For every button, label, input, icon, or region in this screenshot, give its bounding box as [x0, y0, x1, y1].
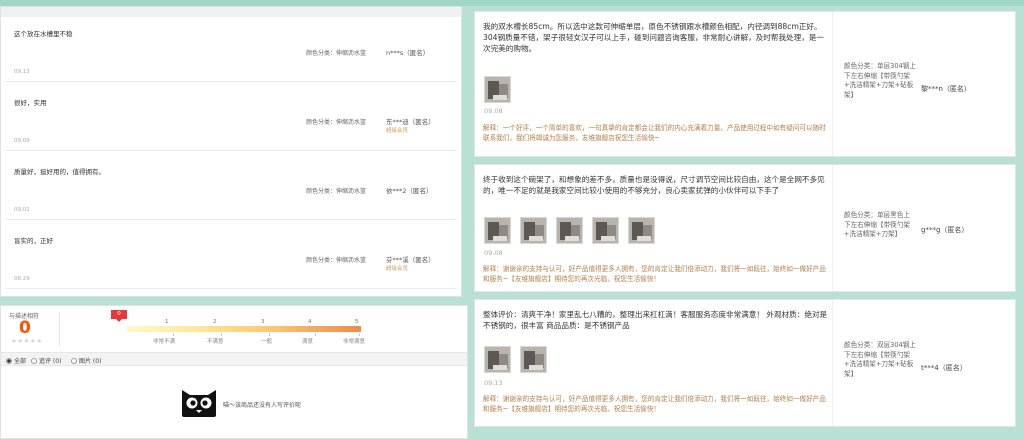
- filter-followup[interactable]: 追评 (0): [31, 356, 61, 365]
- review-image-thumb[interactable]: [556, 217, 583, 244]
- review-card: 我的双水槽长85cm。所以选中这款可伸缩单层，原色不锈钢跟水槽颜色相配，内径调到…: [474, 11, 1016, 157]
- scale-tick: [359, 333, 360, 336]
- review-card: 整体评价：清爽干净！家里乱七八糟的，整理出来杠杠滴！客服服务态度非常满意！ 外观…: [474, 299, 1016, 427]
- review-date: 09.13: [14, 69, 30, 75]
- scale-tick: [221, 333, 222, 336]
- scale-number: 4: [308, 319, 312, 325]
- review-main: 我的双水槽长85cm。所以选中这款可伸缩单层，原色不锈钢跟水槽颜色相配，内径调到…: [475, 12, 833, 156]
- rating-stars-icon: ★★★★★: [11, 337, 43, 345]
- review-images: [484, 217, 655, 244]
- review-date: 08.29: [14, 276, 30, 282]
- filter-label: 全部: [14, 358, 27, 365]
- rating-marker-badge: 0: [111, 310, 127, 319]
- scale-label: 非常满意: [343, 339, 366, 345]
- scale-number: 2: [213, 319, 217, 325]
- scale-number: 5: [355, 319, 359, 325]
- review-user[interactable]: 芬***溪（匿名）: [386, 254, 435, 264]
- review-user[interactable]: t***4（匿名）: [921, 363, 967, 373]
- review-user[interactable]: 黎***n（匿名）: [921, 84, 971, 94]
- review-item: 质量好，挺好用的，值得拥有。 颜色分类：伸缩沥水篮 依***2（匿名） 09.0…: [5, 158, 457, 220]
- scale-tick: [269, 333, 270, 336]
- review-user[interactable]: 依***2（匿名）: [386, 185, 432, 195]
- review-main: 终于收到这个碗架了，和想象的差不多，质量也是没得说，尺寸调节空间比较自由，这个是…: [475, 165, 833, 291]
- scale-label: 非常不满: [153, 339, 176, 345]
- panel-header-strip: [1, 7, 461, 17]
- review-user[interactable]: 东***迪（匿名）: [386, 116, 435, 126]
- seller-reply: 解释：谢谢亲的支持与认可，好产品值得更多人拥有，您的肯定让我们倍添动力，我们将一…: [483, 395, 826, 413]
- scale-number: 1: [165, 319, 169, 325]
- rating-marker-pointer: [116, 319, 122, 322]
- scale-label: 一般: [261, 339, 273, 345]
- rating-scale-bar: [127, 326, 361, 332]
- scale-number: 3: [261, 319, 265, 325]
- rating-score: 0: [19, 318, 31, 338]
- rating-summary-panel: 与描述相符 0 ★★★★★ 0 1 2 3 4 5 非常不满 不满意 一般 满意…: [0, 305, 468, 439]
- review-item: 很好，实用 颜色分类：伸缩沥水篮 东***迪（匿名） 超级会员 09.09: [5, 89, 457, 151]
- review-text: 盲实的，正好: [14, 237, 53, 245]
- review-image-thumb[interactable]: [484, 346, 511, 373]
- seller-reply: 解释：一个好评，一个简单的喜欢，一句真挚的肯定都会让我们的内心充满着力量。产品使…: [483, 124, 826, 142]
- review-date: 09.13: [484, 379, 503, 387]
- review-color-class: 颜色分类：伸缩沥水篮: [306, 119, 367, 126]
- review-filter-bar: 全部 追评 (0) 图片 (0): [1, 352, 467, 366]
- review-color-class: 颜色分类：单层黑色上下左右伸缩【带筷勺架+洗洁精架+刀架】: [844, 211, 910, 238]
- review-list-panel: 这个放在水槽里不稳 颜色分类：伸缩沥水篮 n***s（匿名） 09.13 很好，…: [0, 6, 462, 297]
- review-color-class: 颜色分类：伸缩沥水篮: [306, 257, 367, 264]
- review-date: 09.08: [484, 249, 503, 257]
- review-image-thumb[interactable]: [520, 346, 547, 373]
- review-card: 终于收到这个碗架了，和想象的差不多，质量也是没得说，尺寸调节空间比较自由，这个是…: [474, 164, 1016, 292]
- review-item: 盲实的，正好 颜色分类：伸缩沥水篮 芬***溪（匿名） 超级会员 08.29: [5, 227, 457, 289]
- review-color-class: 颜色分类：单层304钢上下左右伸缩【带筷勺架+洗洁精架+刀架+砧板架】: [844, 62, 916, 99]
- scale-label: 不满意: [207, 339, 224, 345]
- review-image-thumb[interactable]: [484, 76, 511, 103]
- filter-images[interactable]: 图片 (0): [71, 356, 101, 365]
- filter-all[interactable]: 全部: [6, 356, 26, 365]
- review-text: 质量好，挺好用的，值得拥有。: [14, 168, 105, 176]
- filter-label: 追评 (0): [39, 358, 62, 365]
- review-date: 09.09: [14, 138, 30, 144]
- member-badge: 超级会员: [386, 128, 409, 134]
- member-badge: 超级会员: [386, 266, 409, 272]
- review-color-class: 颜色分类：双层304钢上下左右伸缩【带筷勺架+洗洁精架+刀架+砧板架】: [844, 341, 916, 378]
- seller-reply: 解释：谢谢亲的支持与认可，好产品值得更多人拥有，您的肯定让我们倍添动力，我们将一…: [483, 265, 826, 283]
- review-image-thumb[interactable]: [628, 217, 655, 244]
- review-user[interactable]: n***s（匿名）: [386, 47, 429, 57]
- review-item: 这个放在水槽里不稳 颜色分类：伸缩沥水篮 n***s（匿名） 09.13: [5, 20, 457, 82]
- review-text: 很好，实用: [14, 99, 47, 107]
- review-images: [484, 76, 511, 103]
- review-image-thumb[interactable]: [484, 217, 511, 244]
- review-main: 整体评价：清爽干净！家里乱七八糟的，整理出来杠杠滴！客服服务态度非常满意！ 外观…: [475, 300, 833, 426]
- review-user[interactable]: g***g（匿名）: [921, 225, 968, 235]
- tmall-cat-icon: [182, 390, 216, 417]
- review-color-class: 颜色分类：伸缩沥水篮: [306, 50, 367, 57]
- radio-icon[interactable]: [31, 358, 37, 364]
- review-date: 09.01: [14, 207, 30, 213]
- scale-label: 满意: [302, 339, 314, 345]
- scale-tick: [173, 333, 174, 336]
- review-text: 我的双水槽长85cm。所以选中这款可伸缩单层，原色不锈钢跟水槽颜色相配，内径调到…: [483, 22, 825, 53]
- review-image-thumb[interactable]: [520, 217, 547, 244]
- review-text: 这个放在水槽里不稳: [14, 30, 73, 38]
- review-color-class: 颜色分类：伸缩沥水篮: [306, 188, 367, 195]
- empty-state-text: 喵～该商品还没有人写评价呢: [223, 402, 302, 409]
- review-date: 09.08: [484, 107, 503, 115]
- divider: [59, 312, 60, 346]
- review-image-thumb[interactable]: [592, 217, 619, 244]
- filter-label: 图片 (0): [79, 358, 102, 365]
- review-text: 终于收到这个碗架了，和想象的差不多，质量也是没得说，尺寸调节空间比较自由，这个是…: [483, 175, 825, 195]
- review-images: [484, 346, 547, 373]
- radio-selected-icon[interactable]: [6, 358, 12, 364]
- radio-icon[interactable]: [71, 358, 77, 364]
- scale-tick: [315, 333, 316, 336]
- review-text: 整体评价：清爽干净！家里乱七八糟的，整理出来杠杠滴！客服服务态度非常满意！ 外观…: [483, 310, 828, 330]
